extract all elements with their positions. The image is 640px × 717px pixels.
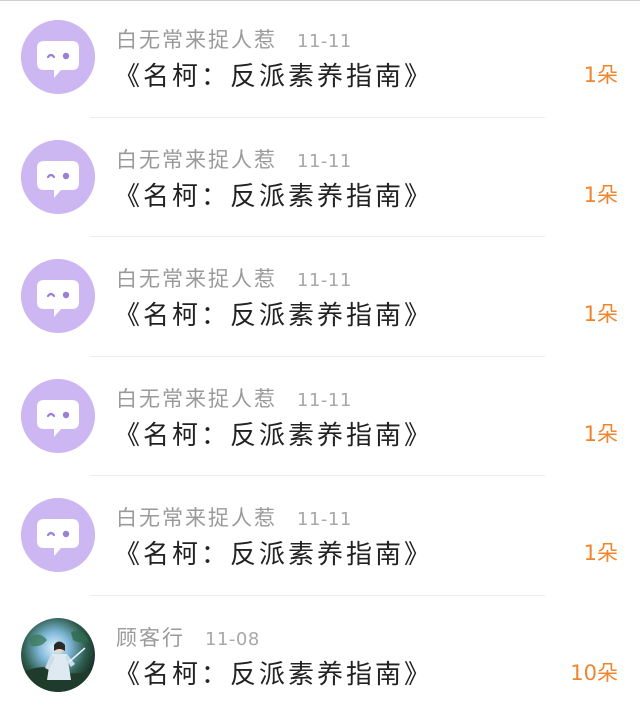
chat-bubble-icon	[21, 140, 95, 214]
list-item[interactable]: 白无常来捉人惹 11-11 《名柯：反派素养指南》 1朵	[0, 120, 640, 240]
chat-bubble-icon	[21, 259, 95, 333]
record-date: 11-11	[297, 31, 352, 52]
record-date: 11-11	[297, 270, 352, 291]
sender-name: 白无常来捉人惹	[116, 24, 277, 54]
divider	[90, 356, 545, 357]
book-title: 《名柯：反派素养指南》	[114, 654, 433, 691]
record-date: 11-11	[297, 509, 352, 530]
flower-count: 1朵	[584, 298, 618, 328]
divider	[90, 475, 545, 476]
user-photo	[21, 618, 95, 692]
flower-count: 1朵	[584, 418, 618, 448]
book-title: 《名柯：反派素养指南》	[114, 56, 433, 93]
list-item[interactable]: 白无常来捉人惹 11-11 《名柯：反派素养指南》 1朵	[0, 0, 640, 120]
sender-name: 白无常来捉人惹	[116, 263, 277, 293]
book-title: 《名柯：反派素养指南》	[114, 295, 433, 332]
list-item[interactable]: 白无常来捉人惹 11-11 《名柯：反派素养指南》 1朵	[0, 359, 640, 479]
sender-name: 顾客行	[116, 622, 185, 652]
divider	[90, 117, 545, 118]
avatar[interactable]	[21, 20, 95, 94]
chat-bubble-icon	[21, 498, 95, 572]
list-item[interactable]: 白无常来捉人惹 11-11 《名柯：反派素养指南》 1朵	[0, 478, 640, 598]
sender-name: 白无常来捉人惹	[116, 502, 277, 532]
gift-record-list: 白无常来捉人惹 11-11 《名柯：反派素养指南》 1朵 白无常来捉人惹 11-…	[0, 0, 640, 717]
flower-count: 1朵	[584, 537, 618, 567]
record-date: 11-08	[205, 629, 260, 650]
flower-count: 10朵	[570, 657, 618, 687]
list-item[interactable]: 顾客行 11-08 《名柯：反派素养指南》 10朵	[0, 598, 640, 717]
chat-bubble-icon	[21, 379, 95, 453]
book-title: 《名柯：反派素养指南》	[114, 176, 433, 213]
divider	[90, 236, 545, 237]
record-date: 11-11	[297, 151, 352, 172]
book-title: 《名柯：反派素养指南》	[114, 415, 433, 452]
avatar[interactable]	[21, 618, 95, 692]
sender-name: 白无常来捉人惹	[116, 144, 277, 174]
book-title: 《名柯：反派素养指南》	[114, 534, 433, 571]
avatar[interactable]	[21, 379, 95, 453]
sender-name: 白无常来捉人惹	[116, 383, 277, 413]
avatar[interactable]	[21, 140, 95, 214]
chat-bubble-icon	[21, 20, 95, 94]
divider	[90, 595, 545, 596]
flower-count: 1朵	[584, 179, 618, 209]
record-date: 11-11	[297, 390, 352, 411]
avatar[interactable]	[21, 498, 95, 572]
avatar[interactable]	[21, 259, 95, 333]
list-item[interactable]: 白无常来捉人惹 11-11 《名柯：反派素养指南》 1朵	[0, 239, 640, 359]
flower-count: 1朵	[584, 59, 618, 89]
